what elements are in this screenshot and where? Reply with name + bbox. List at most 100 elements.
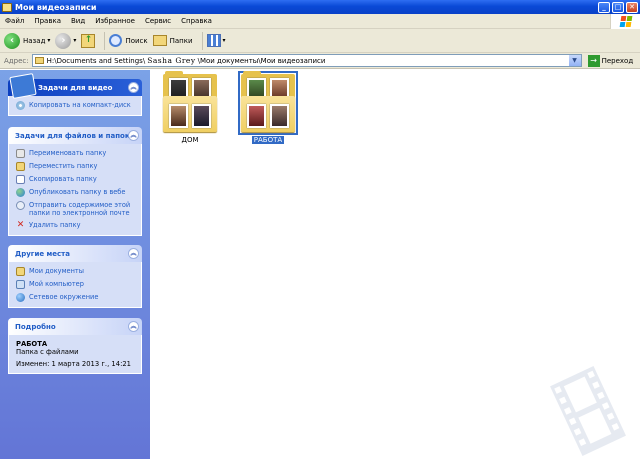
film-watermark-icon [550, 366, 626, 456]
folder-thumbnail-icon [238, 71, 298, 135]
collapse-icon[interactable]: ︽ [128, 321, 139, 332]
details-panel: Подробно ︽ РАБОТА Папка с файлами Измене… [8, 318, 142, 374]
video-tasks-panel: Задачи для видео ︽ Копировать на компакт… [8, 73, 142, 116]
details-header[interactable]: Подробно ︽ [8, 318, 142, 335]
task-rename-folder[interactable]: Переименовать папку [16, 149, 137, 158]
folder-rabota[interactable]: РАБОТА [236, 71, 300, 144]
other-places-panel: Другие места ︽ Мои документы Мой компьют… [8, 245, 142, 308]
menu-view[interactable]: Вид [66, 17, 90, 25]
place-my-computer[interactable]: Мой компьютер [16, 280, 137, 289]
menu-favorites[interactable]: Избранное [90, 17, 140, 25]
collapse-icon[interactable]: ︽ [128, 82, 139, 93]
other-places-header[interactable]: Другие места ︽ [8, 245, 142, 262]
folder-dom-label: ДОМ [181, 136, 199, 144]
toolbar: ‹ Назад ▾ › ▾ ↑ Поиск Папки ▾ [0, 29, 640, 53]
cd-icon [16, 101, 25, 110]
folders-button[interactable]: Папки [152, 35, 193, 46]
address-input[interactable]: H:\Documents and Settings\ Sasha Grey \М… [31, 54, 582, 67]
go-button[interactable]: Переход [602, 57, 634, 65]
delete-icon: ✕ [16, 220, 25, 230]
back-button[interactable]: ‹ Назад ▾ [4, 32, 50, 49]
task-copy-to-cd[interactable]: Копировать на компакт-диск [16, 101, 137, 110]
back-label: Назад [23, 36, 46, 45]
search-label: Поиск [125, 36, 148, 45]
task-publish-folder[interactable]: Опубликовать папку в вебе [16, 188, 137, 197]
chevron-down-icon: ▼ [572, 57, 577, 64]
details-name: РАБОТА [16, 340, 48, 348]
menu-edit[interactable]: Правка [29, 17, 66, 25]
video-tasks-body: Копировать на компакт-диск [8, 96, 142, 116]
minimize-icon: _ [602, 2, 606, 11]
folder-rabota-label: РАБОТА [251, 136, 285, 144]
place-my-documents-label: Мои документы [29, 267, 84, 275]
details-title: Подробно [15, 322, 56, 331]
address-dropdown-button[interactable]: ▼ [568, 55, 581, 66]
task-move-folder[interactable]: Переместить папку [16, 162, 137, 171]
menu-help[interactable]: Справка [176, 17, 217, 25]
address-path-prefix: H:\Documents and Settings\ [46, 56, 146, 65]
search-button[interactable]: Поиск [109, 34, 148, 47]
maximize-button[interactable]: □ [612, 1, 624, 13]
close-button[interactable]: ✕ [626, 1, 638, 13]
email-icon [16, 201, 25, 210]
views-button[interactable]: ▾ [206, 34, 226, 47]
windows-folder-icon [2, 2, 12, 12]
folder-icon [34, 57, 44, 64]
up-folder-icon: ↑ [81, 33, 96, 48]
toolbar-separator [104, 31, 106, 50]
place-my-computer-label: Мой компьютер [29, 280, 84, 288]
other-places-body: Мои документы Мой компьютер Сетевое окру… [8, 262, 142, 308]
views-icon [206, 34, 221, 47]
file-tasks-panel: Задачи для файлов и папок ︽ Переименоват… [8, 127, 142, 236]
place-my-documents[interactable]: Мои документы [16, 267, 137, 276]
forward-arrow-icon: › [55, 32, 72, 49]
file-tasks-title: Задачи для файлов и папок [15, 131, 130, 140]
menu-tools[interactable]: Сервис [140, 17, 176, 25]
back-arrow-icon: ‹ [4, 32, 20, 49]
video-tasks-title: Задачи для видео [38, 83, 113, 92]
copy-icon [16, 175, 25, 184]
close-icon: ✕ [629, 2, 635, 11]
menu-file[interactable]: Файл [0, 17, 29, 25]
folders-icon [152, 35, 167, 46]
address-bar: Адрес: H:\Documents and Settings\ Sasha … [0, 53, 640, 69]
file-view[interactable]: ДОМ РАБОТА [150, 70, 640, 459]
task-delete-label: Удалить папку [29, 221, 81, 229]
task-delete-folder[interactable]: ✕ Удалить папку [16, 221, 137, 230]
file-tasks-body: Переименовать папку Переместить папку Ск… [8, 144, 142, 236]
collapse-icon[interactable]: ︽ [128, 248, 139, 259]
search-icon [109, 34, 123, 47]
toolbar-separator [201, 31, 203, 50]
network-icon [16, 293, 25, 302]
place-network-label: Сетевое окружение [29, 293, 99, 301]
photo-thumbnail [247, 104, 266, 128]
film-icon [9, 73, 37, 99]
chevron-down-icon: ▾ [222, 37, 226, 44]
address-label: Адрес: [4, 56, 29, 65]
forward-button[interactable]: › ▾ [55, 32, 77, 49]
up-button[interactable]: ↑ [81, 33, 96, 48]
details-type: Папка с файлами [16, 348, 79, 356]
other-places-title: Другие места [15, 249, 70, 258]
photo-thumbnail [169, 104, 188, 128]
video-tasks-header[interactable]: Задачи для видео ︽ [8, 73, 142, 99]
maximize-icon: □ [614, 2, 622, 11]
task-publish-label: Опубликовать папку в вебе [29, 188, 126, 196]
folder-thumbnail-icon [163, 71, 217, 132]
address-path-suffix: \Мои документы\Мои видеозаписи [197, 56, 326, 65]
task-email-folder[interactable]: Отправить содержимое этой папки по элект… [16, 201, 137, 217]
photo-thumbnail [270, 104, 289, 128]
task-pane: Задачи для видео ︽ Копировать на компакт… [0, 70, 150, 459]
chevron-down-icon: ▾ [73, 37, 77, 44]
photo-thumbnail [192, 104, 211, 128]
minimize-button[interactable]: _ [598, 1, 610, 13]
folder-dom[interactable]: ДОМ [158, 71, 222, 144]
menu-bar: Файл Правка Вид Избранное Сервис Справка [0, 14, 640, 29]
go-arrow-icon[interactable]: → [587, 54, 600, 67]
collapse-icon[interactable]: ︽ [128, 130, 139, 141]
place-network[interactable]: Сетевое окружение [16, 293, 137, 302]
task-copy-folder[interactable]: Скопировать папку [16, 175, 137, 184]
task-copy-label: Скопировать папку [29, 175, 97, 183]
file-tasks-header[interactable]: Задачи для файлов и папок ︽ [8, 127, 142, 144]
title-bar: Мои видеозаписи _ □ ✕ [0, 0, 640, 14]
